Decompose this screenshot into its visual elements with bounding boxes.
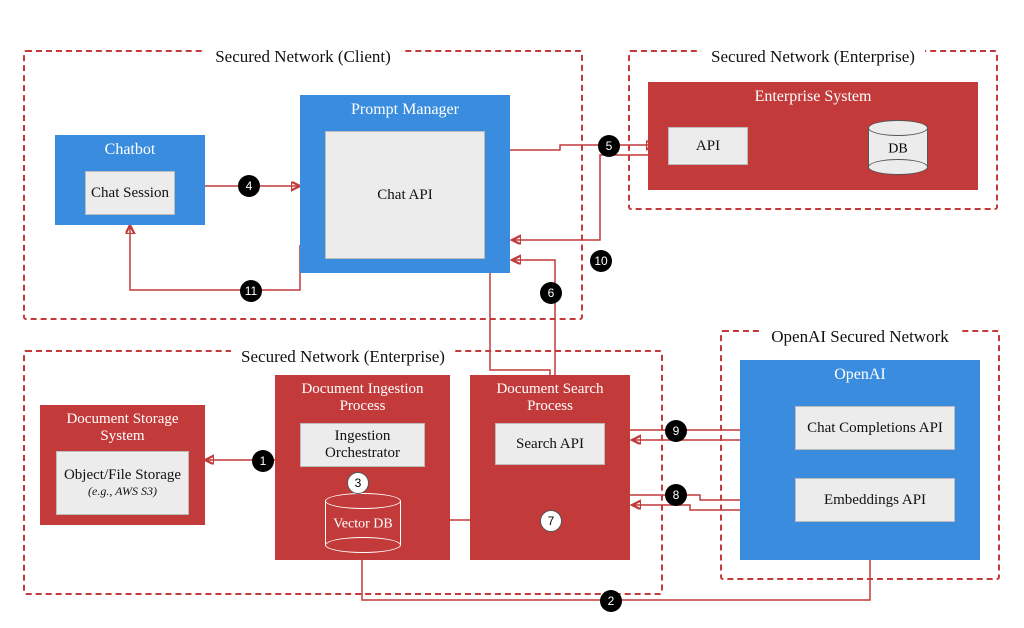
chatbot-title: Chatbot: [55, 135, 205, 165]
group-client-title: Secured Network (Client): [205, 47, 401, 67]
enterprise-system-title: Enterprise System: [648, 82, 978, 112]
step-11: 11: [240, 280, 262, 302]
doc-storage-inner: Object/File Storage: [64, 467, 181, 484]
box-ingestion: Document Ingestion Process Ingestion Orc…: [275, 375, 450, 560]
chat-session: Chat Session: [85, 171, 175, 215]
step-5: 5: [598, 135, 620, 157]
step-1: 1: [252, 450, 274, 472]
ingestion-title: Document Ingestion Process: [275, 375, 450, 422]
step-10: 10: [590, 250, 612, 272]
vector-db-icon: Vector DB: [325, 493, 401, 553]
search-title: Document Search Process: [470, 375, 630, 422]
step-4: 4: [238, 175, 260, 197]
box-doc-storage: Document Storage System Object/File Stor…: [40, 405, 205, 525]
enterprise-db-label: DB: [868, 141, 928, 157]
doc-storage-sub: (e.g., AWS S3): [88, 484, 157, 499]
group-openai-title: OpenAI Secured Network: [761, 327, 959, 347]
search-api: Search API: [495, 423, 605, 465]
ingestion-orchestrator: Ingestion Orchestrator: [300, 423, 425, 467]
embeddings-api: Embeddings API: [795, 478, 955, 522]
group-enterprise-mid-title: Secured Network (Enterprise): [231, 347, 455, 367]
step-6: 6: [540, 282, 562, 304]
enterprise-db-icon: DB: [868, 120, 928, 175]
openai-title: OpenAI: [740, 360, 980, 390]
box-chatbot: Chatbot Chat Session: [55, 135, 205, 225]
box-enterprise-system: Enterprise System API DB: [648, 82, 978, 190]
box-prompt-manager: Prompt Manager Chat API: [300, 95, 510, 273]
chat-api: Chat API: [325, 131, 485, 259]
step-3: 3: [347, 472, 369, 494]
box-openai: OpenAI Chat Completions API Embeddings A…: [740, 360, 980, 560]
step-9: 9: [665, 420, 687, 442]
object-file-storage: Object/File Storage (e.g., AWS S3): [56, 451, 189, 515]
vector-db-label: Vector DB: [325, 517, 401, 533]
diagram-stage: Secured Network (Client) Secured Network…: [0, 0, 1024, 628]
step-7: 7: [540, 510, 562, 532]
doc-storage-title: Document Storage System: [40, 405, 205, 452]
group-enterprise-top-title: Secured Network (Enterprise): [701, 47, 925, 67]
enterprise-api: API: [668, 127, 748, 165]
chat-completions-api: Chat Completions API: [795, 406, 955, 450]
step-8: 8: [665, 484, 687, 506]
step-2: 2: [600, 590, 622, 612]
prompt-manager-title: Prompt Manager: [300, 95, 510, 125]
box-search: Document Search Process Search API: [470, 375, 630, 560]
